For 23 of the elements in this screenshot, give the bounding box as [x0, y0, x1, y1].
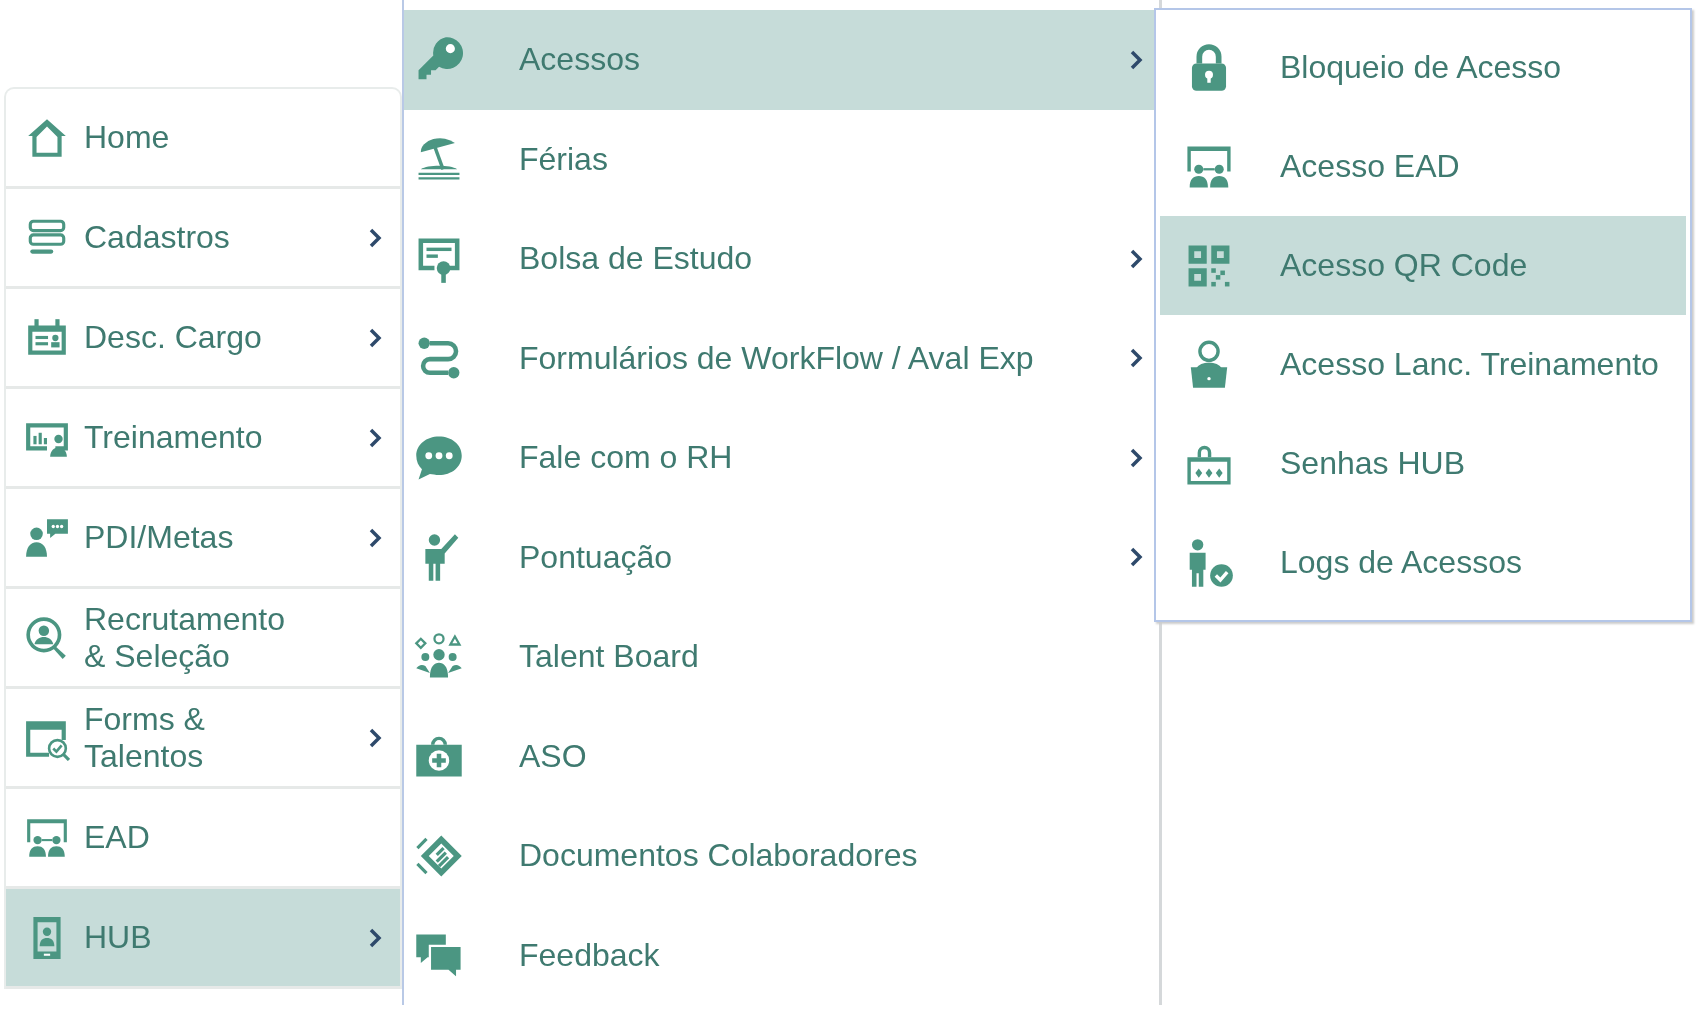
menu-item[interactable]: Bolsa de Estudo	[404, 209, 1159, 309]
menu-item[interactable]: Acesso Lanc. Treinamento	[1160, 315, 1686, 414]
menu-item[interactable]: Fale com o RH	[404, 408, 1159, 508]
menu-item[interactable]: HUB	[6, 889, 400, 989]
menu-item[interactable]: Férias	[404, 109, 1159, 209]
menu-item[interactable]: Logs de Acessos	[1160, 513, 1686, 612]
menu-item[interactable]: Bloqueio de Acesso	[1160, 18, 1686, 117]
menu-item[interactable]: Documentos Colaboradores	[404, 806, 1159, 906]
menu-item[interactable]: Forms & Talentos	[6, 689, 400, 789]
menu-item[interactable]: Acesso QR Code	[1160, 216, 1686, 315]
menu-item[interactable]: Desc. Cargo	[6, 289, 400, 389]
menu-item[interactable]: Talent Board	[404, 607, 1159, 707]
menu-item[interactable]: Acesso EAD	[1160, 117, 1686, 216]
menu-item[interactable]: Home	[6, 89, 400, 189]
menu-item[interactable]: Cadastros	[6, 189, 400, 289]
menu-item[interactable]: Treinamento	[6, 389, 400, 489]
menu-item[interactable]: Feedback	[404, 905, 1159, 1005]
menu-item[interactable]: PDI/Metas	[6, 489, 400, 589]
menu-item[interactable]: ASO	[404, 706, 1159, 806]
menu-item[interactable]: Senhas HUB	[1160, 414, 1686, 513]
menu-item[interactable]: Recrutamento & Seleção	[6, 589, 400, 689]
menu-item[interactable]: Formulários de WorkFlow / Aval Exp	[404, 308, 1159, 408]
menu-item[interactable]: Pontuação	[404, 507, 1159, 607]
